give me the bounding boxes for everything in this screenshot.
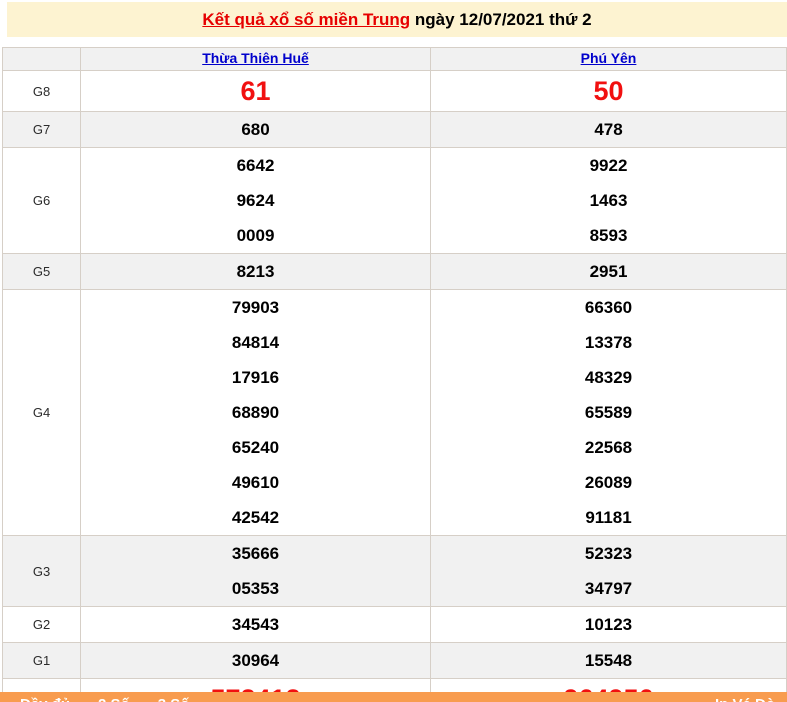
prize-values-cell: 10123 [430, 606, 787, 643]
title-date: ngày 12/07/2021 thứ 2 [410, 10, 592, 29]
result-number: 17916 [231, 368, 280, 387]
table-row: G6 6642 9624 0009 9922 1463 8593 [2, 147, 787, 254]
prize-label: G6 [2, 147, 81, 254]
result-number: 66360 [584, 298, 633, 317]
result-number: 680 [241, 120, 270, 139]
result-number: 42542 [231, 508, 280, 527]
page-title: Kết quả xổ số miền Trung ngày 12/07/2021… [7, 2, 787, 37]
prize-label: G7 [2, 111, 81, 148]
prize-values-cell: 79903 84814 17916 68890 65240 49610 42542 [80, 289, 431, 536]
result-number: 1463 [589, 191, 628, 210]
results-table: Thừa Thiên Huế Phú Yên G8 61 50 G7 680 478 G6 6… [2, 47, 787, 702]
prize-values-cell: 50 [430, 70, 787, 112]
province-link-phu-yen[interactable]: Phú Yên [581, 50, 637, 66]
result-number: 478 [594, 120, 623, 139]
result-number: 52323 [584, 544, 633, 563]
prize-label: G1 [2, 642, 81, 679]
result-number: 34797 [584, 579, 633, 598]
prize-values-cell: 9922 1463 8593 [430, 147, 787, 254]
result-number: 8593 [589, 226, 628, 245]
result-number: 65589 [584, 403, 633, 422]
result-number: 9922 [589, 156, 628, 175]
table-row: G8 61 50 [2, 70, 787, 112]
prize-values-cell: 6642 9624 0009 [80, 147, 431, 254]
column-header-row: Thừa Thiên Huế Phú Yên [2, 47, 787, 71]
result-number: 2951 [589, 262, 628, 281]
result-number: 05353 [231, 579, 280, 598]
prize-values-cell: 66360 13378 48329 65589 22568 26089 91181 [430, 289, 787, 536]
footer-tab[interactable]: Đầy đủ [20, 696, 70, 702]
table-row: G2 34543 10123 [2, 606, 787, 643]
result-number: 30964 [231, 651, 280, 670]
result-number: 22568 [584, 438, 633, 457]
results-body: Thừa Thiên Huế Phú Yên G8 61 50 G7 680 478 G6 6… [2, 47, 787, 702]
prize-values-cell: 15548 [430, 642, 787, 679]
prize-label: G4 [2, 289, 81, 536]
prize-label: G3 [2, 535, 81, 607]
result-number: 15548 [584, 651, 633, 670]
result-number: 50 [593, 76, 624, 106]
corner-cell [2, 47, 81, 71]
footer-tab[interactable]: 2 Số [98, 696, 130, 702]
prize-label: G8 [2, 70, 81, 112]
prize-values-cell: 478 [430, 111, 787, 148]
prize-values-cell: 61 [80, 70, 431, 112]
prize-values-cell: 2951 [430, 253, 787, 290]
prize-values-cell: 30964 [80, 642, 431, 679]
result-number: 79903 [231, 298, 280, 317]
result-number: 13378 [584, 333, 633, 352]
result-number: 49610 [231, 473, 280, 492]
table-row: G5 8213 2951 [2, 253, 787, 290]
result-number: 65240 [231, 438, 280, 457]
result-number: 9624 [236, 191, 275, 210]
result-number: 61 [240, 76, 271, 106]
prize-label: G2 [2, 606, 81, 643]
prize-label: G5 [2, 253, 81, 290]
table-row: G4 79903 84814 17916 68890 65240 49610 42542 663… [2, 289, 787, 536]
footer-tabs: Đầy đủ 2 Số 3 Số [20, 695, 217, 702]
footer-bar: Đầy đủ 2 Số 3 Số In Vé Dò [0, 692, 787, 702]
result-number: 48329 [584, 368, 633, 387]
result-number: 35666 [231, 544, 280, 563]
title-link[interactable]: Kết quả xổ số miền Trung [202, 10, 410, 29]
prize-values-cell: 680 [80, 111, 431, 148]
lottery-results-page: Kết quả xổ số miền Trung ngày 12/07/2021… [0, 0, 787, 702]
province-header-cell: Thừa Thiên Huế [80, 47, 431, 71]
prize-values-cell: 35666 05353 [80, 535, 431, 607]
result-number: 0009 [236, 226, 275, 245]
result-number: 68890 [231, 403, 280, 422]
result-number: 10123 [584, 615, 633, 634]
result-number: 91181 [585, 508, 632, 527]
result-number: 8213 [236, 262, 275, 281]
table-row: G3 35666 05353 52323 34797 [2, 535, 787, 607]
prize-values-cell: 52323 34797 [430, 535, 787, 607]
result-number: 6642 [236, 156, 275, 175]
province-header-cell: Phú Yên [430, 47, 787, 71]
prize-values-cell: 8213 [80, 253, 431, 290]
table-row: G7 680 478 [2, 111, 787, 148]
province-link-thua-thien-hue[interactable]: Thừa Thiên Huế [202, 50, 309, 66]
prize-values-cell: 34543 [80, 606, 431, 643]
result-number: 34543 [231, 615, 280, 634]
footer-tab[interactable]: 3 Số [158, 696, 190, 702]
table-row: G1 30964 15548 [2, 642, 787, 679]
result-number: 26089 [584, 473, 633, 492]
result-number: 84814 [231, 333, 280, 352]
footer-action-in-ve-do[interactable]: In Vé Dò [715, 695, 775, 702]
